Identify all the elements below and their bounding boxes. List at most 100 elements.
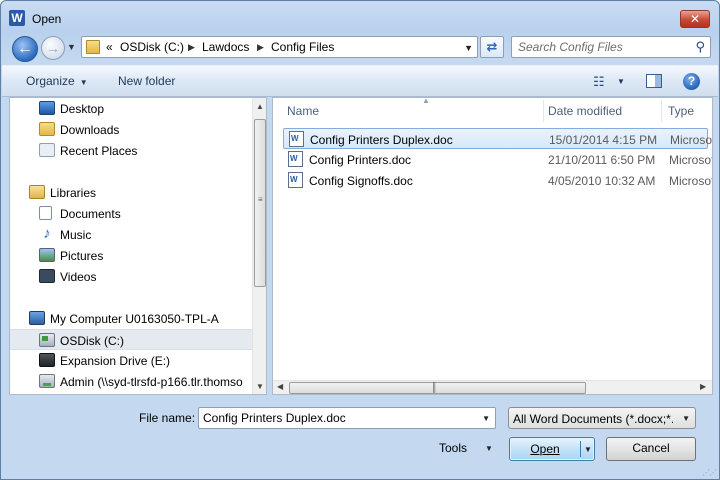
sidebar-item-label: Pictures [60, 249, 104, 263]
file-list-pane[interactable]: ▲ Name Date modified Type W Config Print… [272, 97, 713, 395]
file-name-input[interactable] [200, 409, 475, 427]
title-bar[interactable]: W Open ✕ [1, 1, 719, 33]
file-date: 15/01/2014 4:15 PM [549, 133, 658, 147]
breadcrumb-chevron-icon[interactable]: ▶ [257, 42, 264, 53]
breadcrumb-chevron-icon[interactable]: ▶ [188, 42, 195, 53]
file-name-combobox[interactable]: ▼ [198, 407, 496, 429]
file-type: Microsoft [670, 133, 713, 147]
sidebar-item-my-computer[interactable]: My Computer U0163050-TPL-A [10, 308, 252, 329]
help-icon[interactable]: ? [683, 73, 700, 90]
cancel-button[interactable]: Cancel [606, 437, 696, 461]
sidebar-item-expansion-drive[interactable]: Expansion Drive (E:) [10, 350, 252, 371]
forward-arrow-icon[interactable]: → [41, 36, 65, 60]
sidebar-item-admin-network[interactable]: Admin (\\syd-tlrsfd-p166.tlr.thomso [10, 371, 252, 392]
organize-button[interactable]: Organize ▼ [26, 74, 88, 88]
desktop-icon [39, 101, 55, 115]
sidebar-item-label: Admin (\\syd-tlrsfd-p166.tlr.thomso [60, 375, 243, 389]
sidebar-item-label: Recent Places [60, 144, 138, 158]
address-dropdown-icon[interactable]: ▼ [464, 43, 473, 53]
scroll-left-icon[interactable]: ◀ [277, 382, 283, 391]
recent-pages-chevron-down-icon[interactable]: ▼ [67, 42, 76, 52]
sidebar-scrollbar[interactable]: ▲ ≡ ▼ [252, 98, 266, 394]
downloads-icon [39, 122, 55, 136]
external-drive-icon [39, 353, 55, 367]
libraries-icon [29, 185, 45, 199]
word-document-icon: W [288, 172, 303, 188]
breadcrumb-config-files[interactable]: Config Files [271, 40, 334, 54]
scroll-down-icon[interactable]: ▼ [256, 382, 264, 391]
resize-grip-icon[interactable]: ⋰⋰ [702, 468, 717, 477]
address-bar[interactable]: « OSDisk (C:) ▶ Lawdocs ▶ Config Files ▼ [81, 36, 478, 58]
new-folder-button[interactable]: New folder [118, 74, 175, 88]
dialog-title: Open [32, 12, 62, 26]
navigation-pane[interactable]: Desktop Downloads Recent Places Librarie… [9, 97, 267, 395]
file-type: Microsoft [669, 174, 713, 188]
music-icon: ♪ [43, 225, 51, 242]
open-options-chevron-icon[interactable]: ▼ [584, 445, 592, 454]
column-divider[interactable] [543, 100, 544, 122]
documents-icon [39, 206, 52, 220]
word-document-icon: W [288, 151, 303, 167]
word-document-icon: W [289, 131, 304, 147]
open-button[interactable]: Open ▼ [509, 437, 595, 461]
file-row[interactable]: W Config Printers Duplex.doc 15/01/2014 … [283, 128, 712, 149]
sidebar-item-documents[interactable]: Documents [10, 203, 252, 224]
file-name-label: File name: [139, 411, 196, 425]
sidebar-item-desktop[interactable]: Desktop [10, 98, 252, 119]
open-dialog: W Open ✕ ← → ▼ « OSDisk (C:) ▶ Lawdocs ▶… [0, 0, 720, 480]
scroll-right-icon[interactable]: ▶ [700, 382, 706, 391]
search-input[interactable] [513, 38, 683, 56]
sidebar-item-downloads[interactable]: Downloads [10, 119, 252, 140]
file-row[interactable]: W Config Signoffs.doc 4/05/2010 10:32 AM… [283, 170, 712, 191]
column-header-name[interactable]: ▲ Name [287, 98, 543, 124]
breadcrumb-lawdocs[interactable]: Lawdocs [202, 40, 249, 54]
file-type-dropdown-icon: ▼ [682, 414, 690, 423]
column-header-type[interactable]: Type [668, 98, 712, 124]
sidebar-item-music[interactable]: ♪ Music [10, 224, 252, 245]
sidebar-item-label: OSDisk (C:) [60, 334, 124, 348]
sort-ascending-icon: ▲ [422, 97, 430, 105]
breadcrumb-osdisk[interactable]: OSDisk (C:) [120, 40, 184, 54]
network-drive-icon [39, 374, 55, 388]
command-toolbar: Organize ▼ New folder ☷ ▼ ? [2, 65, 718, 97]
refresh-icon[interactable]: ⇄ [480, 36, 504, 58]
breadcrumb-overflow[interactable]: « [106, 40, 113, 54]
pictures-icon [39, 248, 55, 262]
change-view-icon[interactable]: ☷ [593, 74, 605, 90]
tools-chevron-down-icon[interactable]: ▼ [485, 444, 493, 453]
horizontal-scroll-thumb[interactable]: ║ [289, 382, 586, 394]
column-divider[interactable] [661, 100, 662, 122]
column-header-date-modified[interactable]: Date modified [548, 98, 660, 124]
sidebar-item-recent-places[interactable]: Recent Places [10, 140, 252, 161]
scroll-up-icon[interactable]: ▲ [256, 102, 264, 111]
preview-pane-icon[interactable] [646, 74, 662, 88]
file-row[interactable]: W Config Printers.doc 21/10/2011 6:50 PM… [283, 149, 712, 170]
sidebar-scroll-thumb[interactable]: ≡ [254, 119, 266, 287]
chevron-down-icon: ▼ [79, 78, 88, 87]
sidebar-item-libraries[interactable]: Libraries [10, 182, 252, 203]
file-list-horizontal-scrollbar[interactable]: ◀ ║ ▶ [273, 380, 712, 394]
file-name: Config Printers.doc [309, 153, 412, 167]
sidebar-item-label: My Computer U0163050-TPL-A [50, 312, 219, 326]
file-type: Microsoft [669, 153, 713, 167]
open-button-label: Open [530, 442, 560, 456]
file-type-select[interactable]: All Word Documents (*.docx;*.d ▼ [508, 407, 696, 429]
sidebar-item-pictures[interactable]: Pictures [10, 245, 252, 266]
search-icon[interactable]: ⚲ [695, 39, 705, 55]
back-arrow-icon[interactable]: ← [12, 36, 38, 62]
grip-icon: ≡ [258, 195, 263, 204]
file-name-dropdown-icon[interactable]: ▼ [482, 414, 490, 423]
file-name: Config Signoffs.doc [309, 174, 413, 188]
sidebar-item-label: Music [60, 228, 92, 242]
sidebar-item-label: Documents [60, 207, 121, 221]
view-options-chevron-icon[interactable]: ▼ [617, 77, 625, 86]
videos-icon [39, 269, 55, 283]
file-name: Config Printers Duplex.doc [310, 133, 453, 147]
sidebar-item-label: Libraries [50, 186, 97, 200]
close-button[interactable]: ✕ [680, 10, 710, 28]
sidebar-item-osdisk[interactable]: OSDisk (C:) [10, 329, 252, 350]
tools-button[interactable]: Tools [439, 441, 467, 455]
search-box[interactable]: ⚲ [511, 36, 711, 58]
sidebar-item-videos[interactable]: Videos [10, 266, 252, 287]
grip-icon: ║ [431, 382, 438, 392]
